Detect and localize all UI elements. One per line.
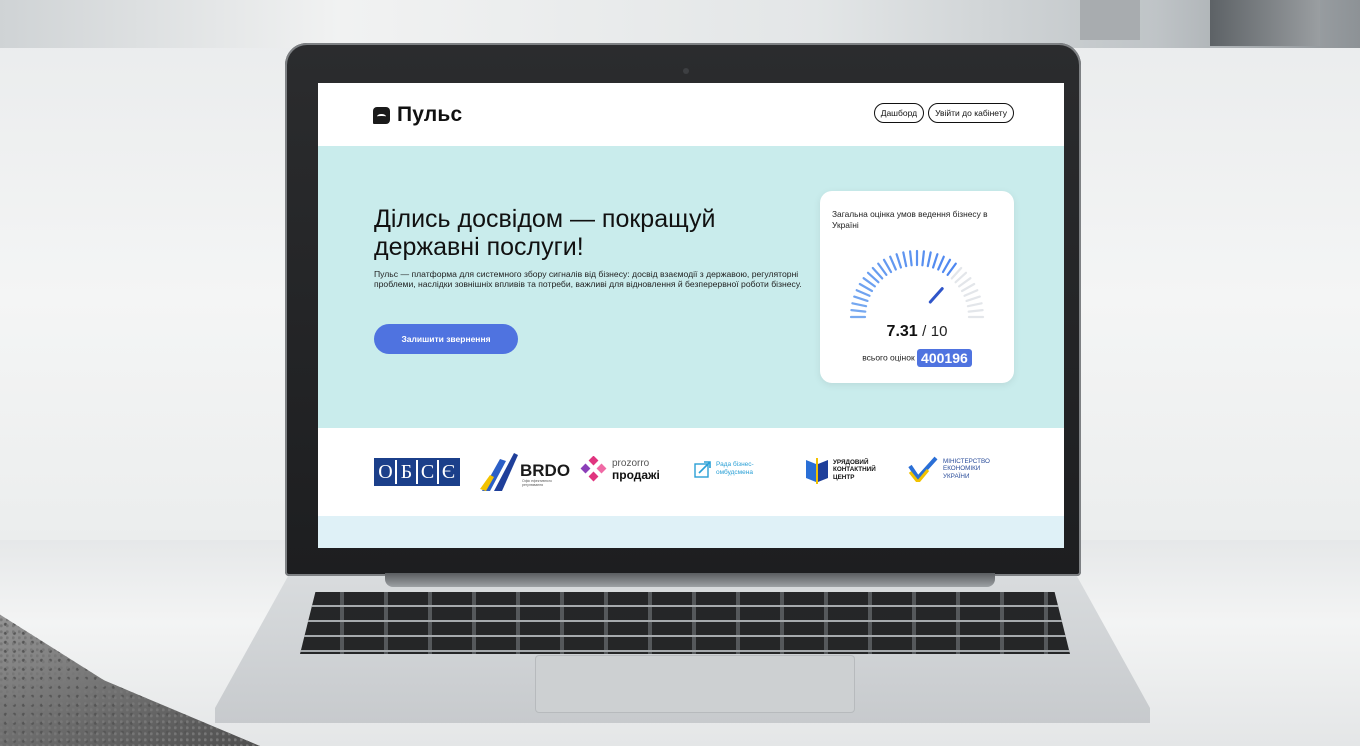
ministry-mark-icon — [908, 456, 938, 482]
laptop-screen: Пульс Дашборд Увійти до кабінету Ділись … — [318, 83, 1064, 548]
submit-request-button[interactable]: Залишити звернення — [374, 324, 518, 354]
gauge-tick — [954, 271, 968, 284]
gauge-tick — [902, 251, 908, 268]
osce-letter-1: О — [376, 460, 397, 484]
gauge-tick — [957, 277, 972, 288]
prozorro-mark-icon — [580, 456, 607, 482]
gauge-tick — [946, 262, 957, 277]
background-wall — [0, 0, 1360, 48]
ministry-line3: УКРАЇНИ — [943, 472, 970, 480]
background-window-right — [1210, 0, 1320, 46]
dashboard-button[interactable]: Дашборд — [873, 103, 925, 123]
logo-text: Пульс — [397, 103, 463, 126]
hero-title: Ділись досвідом — покращуй державні посл… — [374, 205, 716, 261]
gauge-tick — [858, 282, 874, 293]
prozorro-text: prozorro продажі — [612, 459, 660, 482]
contact-center-mark-icon — [806, 458, 828, 484]
gauge-tick — [931, 253, 939, 269]
hero-description: Пульс — платформа для системного збору с… — [374, 269, 802, 289]
rating-card: Загальна оцінка умов ведення бізнесу в У… — [820, 191, 1014, 383]
prozorro-logo[interactable]: prozorro продажі — [580, 456, 660, 484]
gauge-tick — [850, 308, 867, 313]
ministry-text: МІНІСТЕРСТВО ЕКОНОМІКИ УКРАЇНИ — [943, 458, 990, 481]
gauge-tick — [966, 302, 983, 308]
contact-center-line3: ЦЕНТР — [833, 473, 855, 481]
ministry-line1: МІНІСТЕРСТВО — [943, 457, 990, 465]
contact-center-line2: КОНТАКТНИЙ — [833, 466, 876, 474]
ministry-line2: ЕКОНОМІКИ — [943, 465, 981, 473]
login-button[interactable]: Увійти до кабінету — [928, 103, 1014, 123]
gauge-tick — [853, 295, 869, 303]
arrow-up-right-icon — [694, 461, 711, 478]
rada-line2: омбудсмена — [716, 469, 753, 476]
rating-count-row: всього оцінок 400196 — [820, 349, 1014, 367]
site-header: Пульс Дашборд Увійти до кабінету — [318, 83, 1064, 146]
brdo-logo[interactable]: BRDO Офіс ефективного регулювання — [480, 448, 570, 494]
gauge-tick — [862, 277, 877, 288]
gauge-tick — [950, 266, 963, 280]
laptop-hinge — [385, 573, 995, 587]
rating-gauge — [849, 249, 985, 319]
partners-section: О Б С Є BRDO Офіс ефективного регулюванн… — [318, 428, 1064, 516]
prozorro-line2: продажі — [612, 468, 660, 482]
gauge-needle — [928, 287, 944, 304]
gauge-tick — [851, 302, 868, 308]
footer-strip — [318, 516, 1064, 548]
chat-bubble-icon — [373, 106, 390, 124]
rada-ombudsman-logo[interactable]: Рада бізнес- омбудсмена — [694, 460, 754, 478]
site-logo[interactable]: Пульс — [373, 103, 462, 127]
rada-line1: Рада бізнес- — [716, 461, 754, 468]
gauge-tick — [926, 251, 932, 268]
rating-count-label: всього оцінок — [862, 352, 915, 363]
osce-letter-3: С — [418, 460, 439, 484]
gauge-tick — [908, 250, 913, 267]
gauge-tick — [889, 255, 897, 271]
header-nav: Дашборд Увійти до кабінету — [873, 103, 1014, 123]
hero-section: Ділись досвідом — покращуй державні посл… — [318, 146, 1064, 428]
gauge-tick — [967, 308, 984, 313]
gauge-tick — [960, 282, 976, 293]
gauge-tick — [882, 258, 893, 274]
gauge-tick — [963, 289, 979, 297]
brdo-mark-icon — [480, 453, 518, 491]
gauge-tick — [937, 255, 945, 271]
score-max: 10 — [930, 323, 948, 340]
gauge-tick — [895, 253, 903, 269]
gauge-tick — [965, 295, 981, 303]
ministry-economy-logo[interactable]: МІНІСТЕРСТВО ЕКОНОМІКИ УКРАЇНИ — [908, 456, 990, 482]
laptop-trackpad — [535, 655, 855, 713]
osce-letter-4: Є — [439, 460, 458, 484]
gauge-tick — [921, 250, 926, 267]
background-window — [1080, 0, 1140, 40]
score-value: 7.31 — [886, 323, 918, 340]
laptop-keyboard-rows — [300, 592, 1070, 654]
osce-logo[interactable]: О Б С Є — [374, 458, 460, 486]
gauge-tick — [866, 271, 880, 284]
gauge-tick — [855, 289, 871, 297]
rada-text: Рада бізнес- омбудсмена — [716, 461, 754, 477]
brdo-name: BRDO — [520, 461, 571, 480]
contact-center-text: УРЯДОВИЙ КОНТАКТНИЙ ЦЕНТР — [833, 459, 876, 482]
osce-letter-2: Б — [397, 460, 418, 484]
brdo-subtitle: Офіс ефективного регулювання — [522, 479, 552, 487]
rating-card-title: Загальна оцінка умов ведення бізнесу в У… — [832, 209, 988, 230]
gauge-tick — [871, 266, 884, 280]
rating-count-badge: 400196 — [917, 349, 972, 367]
gauge-tick — [877, 262, 888, 277]
rating-score: 7.31 / 10 — [820, 323, 1014, 341]
webcam-icon — [683, 68, 689, 74]
contact-center-logo[interactable]: УРЯДОВИЙ КОНТАКТНИЙ ЦЕНТР — [806, 456, 876, 484]
score-separator: / — [922, 323, 927, 340]
gauge-tick — [941, 258, 952, 274]
